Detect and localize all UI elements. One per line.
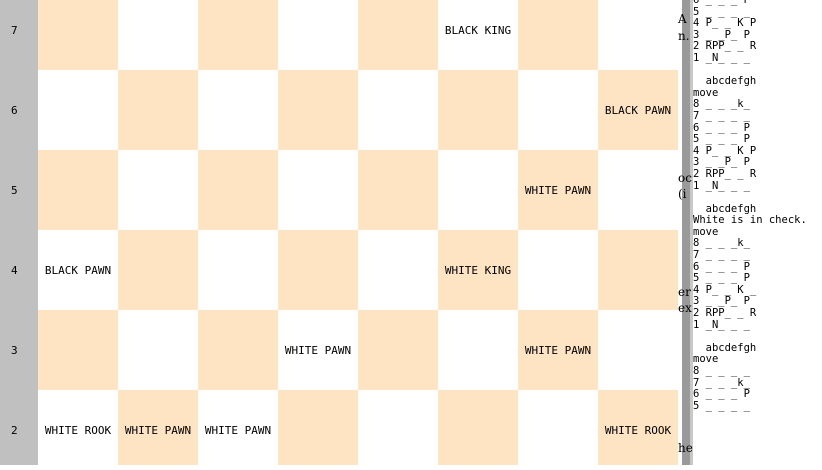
piece-label: WHITE ROOK bbox=[604, 423, 672, 437]
board-square[interactable] bbox=[438, 70, 518, 150]
board-square[interactable] bbox=[198, 310, 278, 390]
board-square[interactable] bbox=[38, 150, 118, 230]
board-square[interactable] bbox=[278, 390, 358, 465]
background-text-fragment: he bbox=[678, 441, 693, 455]
board-square[interactable] bbox=[358, 70, 438, 150]
board-square[interactable] bbox=[518, 70, 598, 150]
board-square[interactable] bbox=[278, 230, 358, 310]
background-text-fragment: er bbox=[678, 285, 691, 299]
chess-board[interactable]: BLACK KING BLACK PAWN WHITE PAWN BLACK PAWN… bbox=[38, 0, 678, 465]
rank-label: 3 bbox=[11, 343, 18, 357]
background-text-fragment: ex bbox=[678, 301, 692, 315]
piece-label: WHITE KING bbox=[444, 263, 512, 277]
board-square[interactable] bbox=[38, 70, 118, 150]
divider-rail[interactable] bbox=[682, 0, 690, 465]
board-square[interactable] bbox=[598, 150, 678, 230]
board-square[interactable] bbox=[438, 310, 518, 390]
board-square[interactable] bbox=[598, 310, 678, 390]
board-square[interactable] bbox=[358, 230, 438, 310]
background-text-fragment: A bbox=[678, 12, 687, 26]
board-square[interactable] bbox=[118, 70, 198, 150]
board-square[interactable] bbox=[438, 150, 518, 230]
piece-label: WHITE PAWN bbox=[284, 343, 352, 357]
board-square[interactable] bbox=[278, 70, 358, 150]
board-square[interactable] bbox=[278, 150, 358, 230]
piece-label: WHITE ROOK bbox=[44, 423, 112, 437]
piece-label: WHITE PAWN bbox=[524, 343, 592, 357]
console-log: 6 _ _ _ P 5 _ _ _ _ 4 P_ _ K P 3 _ _P_ P… bbox=[693, 0, 807, 412]
board-square[interactable]: WHITE KING bbox=[438, 230, 518, 310]
rank-label: 2 bbox=[11, 423, 18, 437]
board-square[interactable]: BLACK PAWN bbox=[38, 230, 118, 310]
piece-label: WHITE PAWN bbox=[124, 423, 192, 437]
board-square[interactable] bbox=[38, 0, 118, 70]
rank-label: 5 bbox=[11, 183, 18, 197]
board-square[interactable]: WHITE ROOK bbox=[598, 390, 678, 465]
board-square[interactable] bbox=[598, 230, 678, 310]
board-square[interactable]: BLACK PAWN bbox=[598, 70, 678, 150]
rank-label: 6 bbox=[11, 103, 18, 117]
board-square[interactable] bbox=[358, 0, 438, 70]
piece-label: BLACK KING bbox=[444, 23, 512, 37]
board-square[interactable]: WHITE ROOK bbox=[38, 390, 118, 465]
board-square[interactable] bbox=[118, 310, 198, 390]
board-square[interactable]: WHITE PAWN bbox=[518, 150, 598, 230]
piece-label: WHITE PAWN bbox=[204, 423, 272, 437]
board-square[interactable] bbox=[118, 0, 198, 70]
board-square[interactable] bbox=[118, 230, 198, 310]
board-square[interactable]: WHITE PAWN bbox=[118, 390, 198, 465]
board-square[interactable] bbox=[38, 310, 118, 390]
rank-label: 7 bbox=[11, 23, 18, 37]
board-square[interactable] bbox=[198, 230, 278, 310]
board-square[interactable] bbox=[198, 70, 278, 150]
board-square[interactable]: BLACK KING bbox=[438, 0, 518, 70]
board-square[interactable] bbox=[198, 150, 278, 230]
board-square[interactable] bbox=[598, 0, 678, 70]
board-square[interactable] bbox=[198, 0, 278, 70]
piece-label: BLACK PAWN bbox=[44, 263, 112, 277]
background-text-fragment: n. bbox=[678, 29, 690, 43]
board-square[interactable]: WHITE PAWN bbox=[198, 390, 278, 465]
board-square[interactable] bbox=[438, 390, 518, 465]
piece-label: WHITE PAWN bbox=[524, 183, 592, 197]
piece-label: BLACK PAWN bbox=[604, 103, 672, 117]
background-text-fragment: oc bbox=[678, 171, 692, 185]
board-square[interactable] bbox=[358, 150, 438, 230]
console-panel: 6 _ _ _ P 5 _ _ _ _ 4 P_ _ K P 3 _ _P_ P… bbox=[693, 0, 822, 465]
board-square[interactable] bbox=[278, 0, 358, 70]
board-square[interactable] bbox=[358, 310, 438, 390]
board-square[interactable] bbox=[358, 390, 438, 465]
board-square[interactable] bbox=[518, 0, 598, 70]
board-square[interactable]: WHITE PAWN bbox=[278, 310, 358, 390]
board-square[interactable] bbox=[518, 230, 598, 310]
rank-label-column: 7 6 5 4 3 2 bbox=[0, 0, 38, 465]
board-square[interactable] bbox=[118, 150, 198, 230]
rank-label: 4 bbox=[11, 263, 18, 277]
board-square[interactable] bbox=[518, 390, 598, 465]
window-divider[interactable] bbox=[678, 0, 693, 465]
board-square[interactable]: WHITE PAWN bbox=[518, 310, 598, 390]
background-text-fragment: (i bbox=[678, 187, 687, 201]
